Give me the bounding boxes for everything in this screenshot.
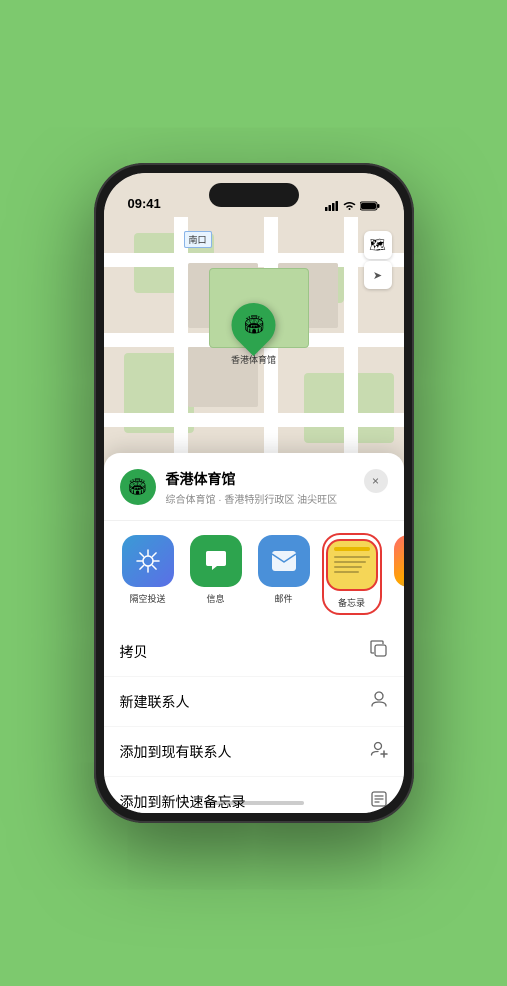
wifi-icon (343, 201, 356, 211)
add-note-icon (370, 790, 388, 813)
phone-screen: 09:41 (104, 173, 404, 813)
map-view-button[interactable]: 🗺 (364, 231, 392, 259)
copy-label: 拷贝 (120, 642, 148, 662)
action-airdrop[interactable]: 隔空投送 (120, 535, 176, 613)
more-icon-bg (394, 535, 404, 587)
notes-label: 备忘录 (338, 596, 365, 609)
location-button[interactable]: ➤ (364, 261, 392, 289)
add-existing-icon (370, 740, 388, 763)
action-message[interactable]: 信息 (188, 535, 244, 613)
copy-icon (370, 640, 388, 663)
pin-circle: 🏟 (222, 294, 284, 356)
signal-icon (325, 201, 339, 211)
home-indicator (204, 801, 304, 805)
menu-item-add-note[interactable]: 添加到新快速备忘录 (104, 777, 404, 813)
venue-subtitle: 综合体育馆 · 香港特别行政区 油尖旺区 (166, 491, 388, 506)
action-more[interactable]: 更多 (392, 535, 404, 613)
action-notes[interactable]: 备忘录 (324, 535, 380, 613)
battery-icon (360, 201, 380, 211)
menu-item-copy[interactable]: 拷贝 (104, 627, 404, 677)
new-contact-icon (370, 690, 388, 713)
actions-row: 隔空投送 信息 (104, 521, 404, 627)
venue-header: 🏟 香港体育馆 综合体育馆 · 香港特别行政区 油尖旺区 × (104, 469, 404, 521)
message-label: 信息 (206, 592, 224, 605)
dynamic-island (209, 183, 299, 207)
airdrop-icon (122, 535, 174, 587)
action-mail[interactable]: 邮件 (256, 535, 312, 613)
bottom-sheet: 🏟 香港体育馆 综合体育馆 · 香港特别行政区 油尖旺区 × (104, 453, 404, 813)
notes-icon-bg (326, 539, 378, 591)
status-icons (325, 201, 380, 211)
mail-label: 邮件 (274, 592, 292, 605)
add-existing-label: 添加到现有联系人 (120, 742, 232, 762)
message-icon-bg (190, 535, 242, 587)
airdrop-label: 隔空投送 (129, 592, 165, 605)
menu-item-add-existing[interactable]: 添加到现有联系人 (104, 727, 404, 777)
phone-frame: 09:41 (94, 163, 414, 823)
venue-info: 香港体育馆 综合体育馆 · 香港特别行政区 油尖旺区 (166, 469, 388, 506)
menu-item-new-contact[interactable]: 新建联系人 (104, 677, 404, 727)
map-south-entrance-label: 南口 (184, 231, 212, 248)
map-controls[interactable]: 🗺 ➤ (364, 231, 392, 289)
new-contact-label: 新建联系人 (120, 692, 190, 712)
close-button[interactable]: × (364, 469, 388, 493)
venue-icon: 🏟 (120, 469, 156, 505)
pin-icon: 🏟 (242, 315, 265, 336)
mail-icon-bg (258, 535, 310, 587)
menu-list: 拷贝 新建联系人 (104, 627, 404, 813)
status-time: 09:41 (128, 196, 161, 211)
location-pin: 🏟 香港体育馆 (231, 303, 276, 366)
venue-name: 香港体育馆 (166, 469, 388, 489)
